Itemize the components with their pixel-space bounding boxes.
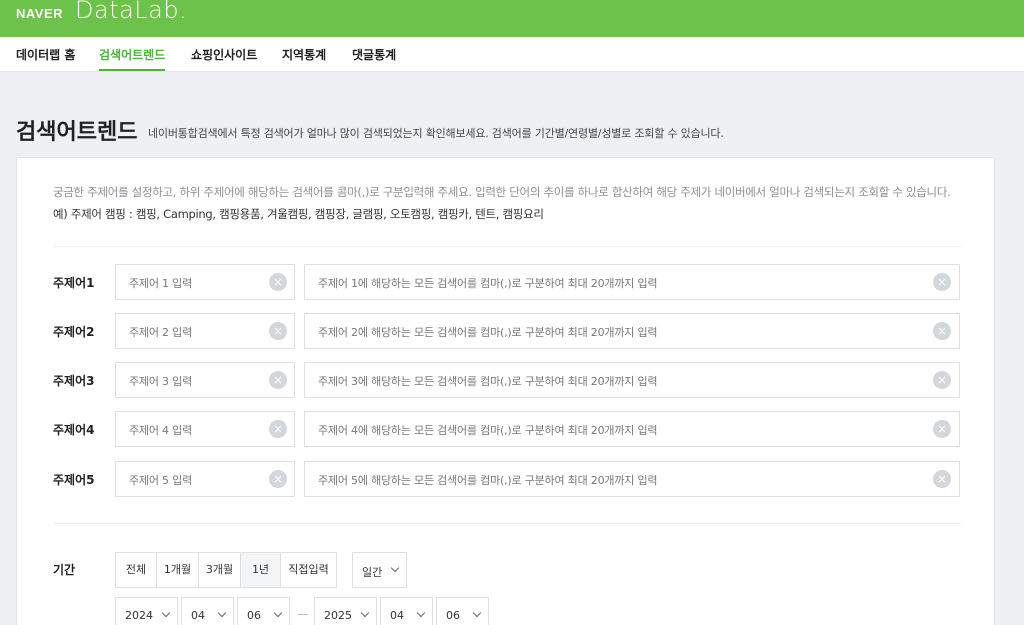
period-option-1month[interactable]: 1개월 <box>156 552 199 588</box>
period-option-3months[interactable]: 3개월 <box>198 552 241 588</box>
topic-keywords-input[interactable]: 주제어 2에 해당하는 모든 검색어를 컴마(,)로 구분하여 최대 20개까지… <box>304 313 960 349</box>
topic-keywords-placeholder: 주제어 3에 해당하는 모든 검색어를 컴마(,)로 구분하여 최대 20개까지… <box>318 375 658 388</box>
divider <box>53 523 961 524</box>
start-year-select[interactable]: 2024 <box>115 597 178 625</box>
topic-keywords-placeholder: 주제어 2에 해당하는 모든 검색어를 컴마(,)로 구분하여 최대 20개까지… <box>318 326 658 339</box>
period-option-custom[interactable]: 직접입력 <box>280 552 337 588</box>
topic-name-placeholder: 주제어 5 입력 <box>129 474 192 487</box>
naver-logo[interactable]: NAVER <box>16 6 63 21</box>
datalab-logo[interactable]: DataLab. <box>75 0 187 24</box>
clear-icon[interactable]: × <box>933 273 951 291</box>
topic-label: 주제어5 <box>53 473 95 487</box>
nav-item-shopping-insight[interactable]: 쇼핑인사이트 <box>191 46 257 63</box>
start-day-select[interactable]: 06 <box>237 597 290 625</box>
topic-label: 주제어1 <box>53 276 95 290</box>
topic-keywords-input[interactable]: 주제어 3에 해당하는 모든 검색어를 컴마(,)로 구분하여 최대 20개까지… <box>304 362 960 398</box>
start-month-select[interactable]: 04 <box>181 597 234 625</box>
topic-name-input[interactable]: 주제어 4 입력 × <box>115 411 295 447</box>
topic-name-placeholder: 주제어 3 입력 <box>129 375 192 388</box>
chevron-down-icon <box>472 608 482 618</box>
topic-keywords-placeholder: 주제어 5에 해당하는 모든 검색어를 컴마(,)로 구분하여 최대 20개까지… <box>318 474 658 487</box>
interval-value: 일간 <box>362 566 383 579</box>
clear-icon[interactable]: × <box>269 371 287 389</box>
topic-keywords-placeholder: 주제어 1에 해당하는 모든 검색어를 컴마(,)로 구분하여 최대 20개까지… <box>318 277 658 290</box>
end-day-select[interactable]: 06 <box>436 597 489 625</box>
main-nav: 데이터랩 홈 검색어트렌드 쇼핑인사이트 지역통계 댓글통계 <box>0 37 1024 72</box>
chevron-down-icon <box>390 563 400 573</box>
period-option-1year[interactable]: 1년 <box>240 552 281 588</box>
nav-item-regional-stats[interactable]: 지역통계 <box>282 46 326 63</box>
start-month-value: 04 <box>191 609 205 622</box>
end-day-value: 06 <box>446 609 460 622</box>
start-day-value: 06 <box>247 609 261 622</box>
topic-name-placeholder: 주제어 2 입력 <box>129 326 192 339</box>
topic-keywords-input[interactable]: 주제어 4에 해당하는 모든 검색어를 컴마(,)로 구분하여 최대 20개까지… <box>304 411 960 447</box>
period-label: 기간 <box>53 563 76 577</box>
nav-item-comment-stats[interactable]: 댓글통계 <box>352 46 396 63</box>
clear-icon[interactable]: × <box>933 420 951 438</box>
topic-label: 주제어2 <box>53 325 95 339</box>
end-year-select[interactable]: 2025 <box>314 597 377 625</box>
topic-label: 주제어3 <box>53 374 95 388</box>
topic-keywords-input[interactable]: 주제어 1에 해당하는 모든 검색어를 컴마(,)로 구분하여 최대 20개까지… <box>304 264 960 300</box>
clear-icon[interactable]: × <box>269 273 287 291</box>
start-year-value: 2024 <box>125 609 153 622</box>
end-year-value: 2025 <box>324 609 352 622</box>
topic-name-placeholder: 주제어 4 입력 <box>129 424 192 437</box>
chevron-down-icon <box>161 608 171 618</box>
nav-item-search-trend[interactable]: 검색어트렌드 <box>99 46 165 63</box>
guide-instructions: 궁금한 주제어를 설정하고, 하위 주제어에 해당하는 검색어를 콤마(,)로 … <box>53 185 951 199</box>
chevron-down-icon <box>217 608 227 618</box>
topic-name-placeholder: 주제어 1 입력 <box>129 277 192 290</box>
chevron-down-icon <box>273 608 283 618</box>
top-header: NAVER DataLab. <box>0 0 1024 37</box>
topic-keywords-input[interactable]: 주제어 5에 해당하는 모든 검색어를 컴마(,)로 구분하여 최대 20개까지… <box>304 461 960 497</box>
guide-text: 궁금한 주제어를 설정하고, 하위 주제어에 해당하는 검색어를 콤마(,)로 … <box>53 181 965 225</box>
interval-select[interactable]: 일간 <box>352 552 407 588</box>
topic-keywords-placeholder: 주제어 4에 해당하는 모든 검색어를 컴마(,)로 구분하여 최대 20개까지… <box>318 424 658 437</box>
topic-name-input[interactable]: 주제어 1 입력 × <box>115 264 295 300</box>
topic-name-input[interactable]: 주제어 2 입력 × <box>115 313 295 349</box>
topic-name-input[interactable]: 주제어 5 입력 × <box>115 461 295 497</box>
clear-icon[interactable]: × <box>269 322 287 340</box>
active-tab-indicator <box>99 69 165 71</box>
clear-icon[interactable]: × <box>933 322 951 340</box>
end-month-select[interactable]: 04 <box>380 597 433 625</box>
clear-icon[interactable]: × <box>269 470 287 488</box>
period-option-all[interactable]: 전체 <box>115 552 157 588</box>
page-description: 네이버통합검색에서 특정 검색어가 얼마나 많이 검색되었는지 확인해보세요. … <box>148 127 724 140</box>
divider <box>53 246 961 247</box>
chevron-down-icon <box>416 608 426 618</box>
clear-icon[interactable]: × <box>269 420 287 438</box>
nav-item-home[interactable]: 데이터랩 홈 <box>16 46 75 63</box>
page-title: 검색어트렌드 <box>16 120 138 145</box>
end-month-value: 04 <box>390 609 404 622</box>
topic-label: 주제어4 <box>53 423 95 437</box>
clear-icon[interactable]: × <box>933 470 951 488</box>
guide-example: 예) 주제어 캠핑 : 캠핑, Camping, 캠핑용품, 겨울캠핑, 캠핑장… <box>53 207 544 221</box>
topic-name-input[interactable]: 주제어 3 입력 × <box>115 362 295 398</box>
clear-icon[interactable]: × <box>933 371 951 389</box>
chevron-down-icon <box>360 608 370 618</box>
date-range-separator <box>298 614 308 615</box>
